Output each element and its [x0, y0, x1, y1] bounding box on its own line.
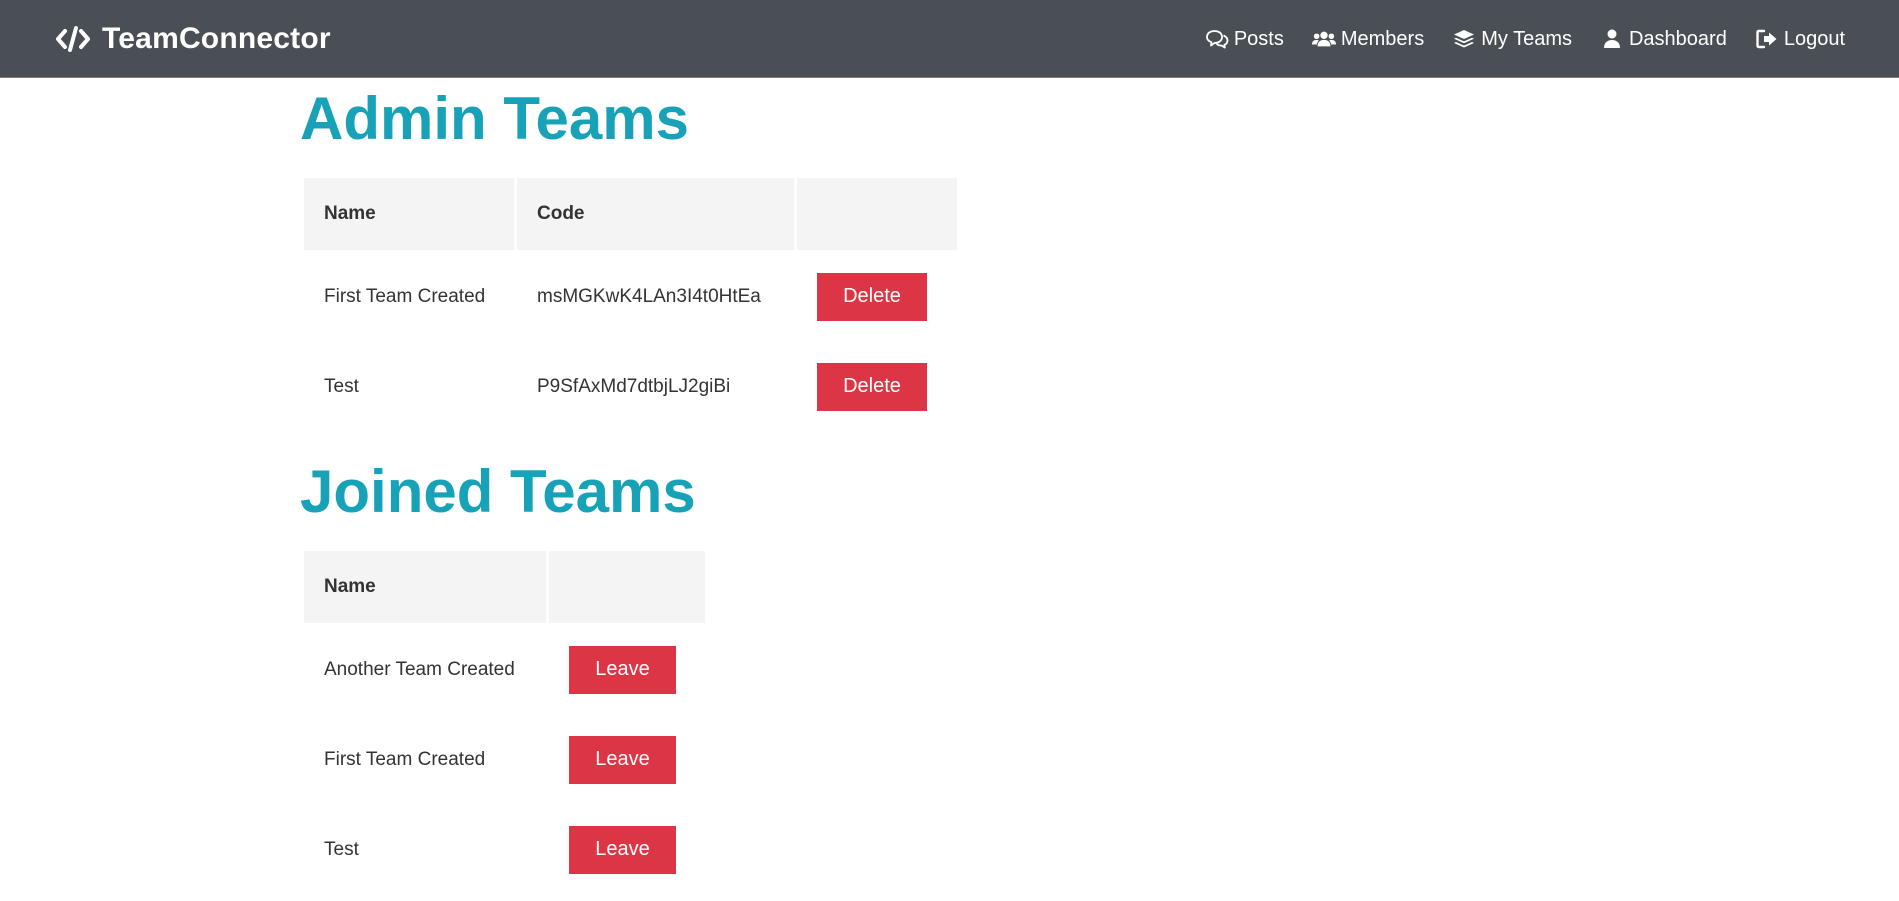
nav-link-posts[interactable]: Posts: [1205, 29, 1284, 49]
user-icon: [1600, 29, 1624, 49]
column-header-action: [797, 178, 957, 250]
brand-link[interactable]: TeamConnector: [54, 22, 331, 56]
nav-link-label: Posts: [1233, 27, 1284, 50]
brand-name: TeamConnector: [102, 21, 331, 55]
joined-teams-title: Joined Teams: [300, 458, 696, 525]
leave-button[interactable]: Leave: [569, 825, 676, 874]
leave-button[interactable]: Leave: [569, 645, 676, 694]
column-header-name: Name: [304, 178, 514, 250]
table-header-row: Name Code: [304, 178, 957, 250]
table-row: First Team Created msMGKwK4LAn3I4t0HtEa …: [304, 253, 957, 340]
admin-teams-title: Admin Teams: [300, 85, 689, 152]
nav-link-label: Dashboard: [1628, 27, 1727, 50]
joined-teams-table: Name Another Team Created Leave First Te…: [301, 548, 708, 896]
nav-link-label: Logout: [1783, 27, 1845, 50]
team-name: Another Team Created: [324, 658, 515, 680]
table-row: Test Leave: [304, 806, 705, 893]
column-header-action: [549, 551, 705, 623]
top-navbar: TeamConnector Posts Members My Teams Das…: [0, 0, 1899, 78]
nav-link-label: Members: [1340, 27, 1425, 50]
delete-button[interactable]: Delete: [817, 272, 927, 321]
team-code: P9SfAxMd7dtbjLJ2giBi: [537, 375, 731, 397]
leave-button[interactable]: Leave: [569, 735, 676, 784]
users-icon: [1311, 29, 1336, 49]
team-name: First Team Created: [324, 285, 486, 307]
nav-link-label: My Teams: [1481, 27, 1572, 50]
nav-link-dashboard[interactable]: Dashboard: [1600, 29, 1727, 49]
nav-links: Posts Members My Teams Dashboard Logout: [1205, 29, 1845, 49]
nav-link-members[interactable]: Members: [1311, 27, 1425, 50]
main-content: Admin Teams Name Code First Team Created…: [300, 78, 1400, 896]
admin-teams-table: Name Code First Team Created msMGKwK4LAn…: [301, 175, 960, 433]
table-row: Test P9SfAxMd7dtbjLJ2giBi Delete: [304, 343, 957, 430]
column-header-name: Name: [304, 551, 546, 623]
team-name: Test: [324, 838, 359, 860]
team-name: Test: [324, 375, 359, 397]
layers-icon: [1452, 29, 1476, 49]
table-header-row: Name: [304, 551, 705, 623]
sign-out-icon: [1755, 29, 1779, 49]
code-icon: [54, 24, 92, 54]
column-header-code: Code: [517, 178, 794, 250]
table-row: First Team Created Leave: [304, 716, 705, 803]
nav-link-my-teams[interactable]: My Teams: [1452, 29, 1572, 49]
team-name: First Team Created: [324, 748, 486, 770]
nav-link-logout[interactable]: Logout: [1755, 29, 1845, 49]
team-code: msMGKwK4LAn3I4t0HtEa: [537, 285, 761, 307]
comments-icon: [1205, 29, 1229, 49]
table-row: Another Team Created Leave: [304, 626, 705, 713]
delete-button[interactable]: Delete: [817, 362, 927, 411]
